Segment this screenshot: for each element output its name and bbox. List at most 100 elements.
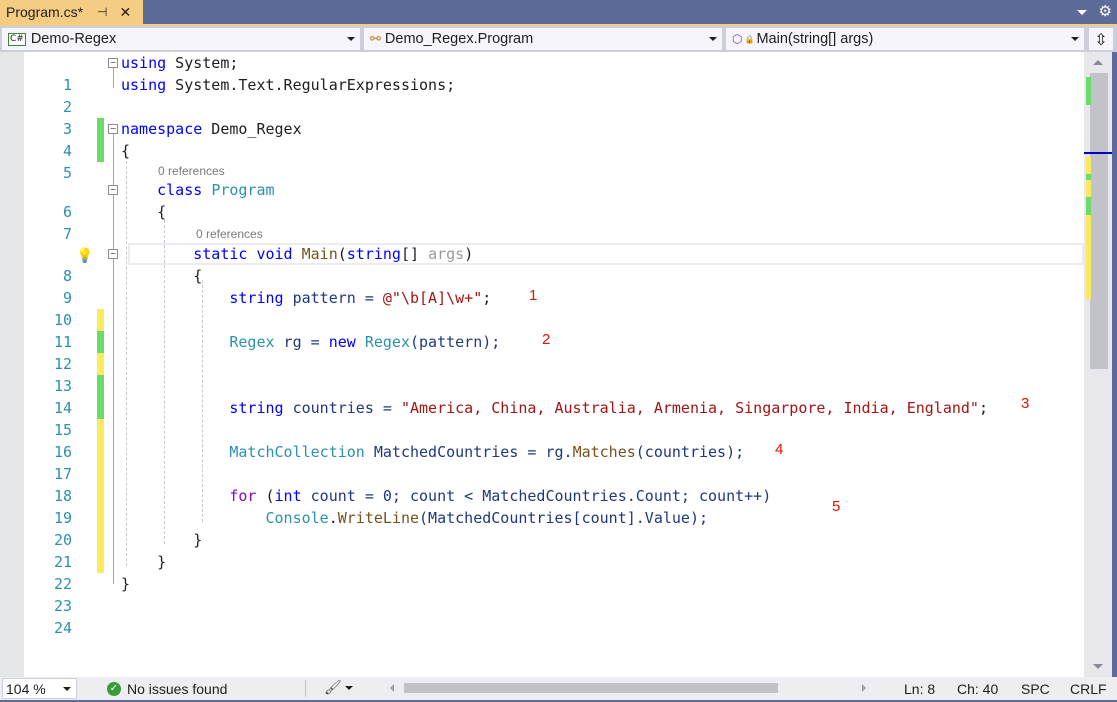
- code-text: ;: [482, 289, 492, 307]
- code-line-14: 14: [24, 375, 1084, 441]
- code-text: pattern =: [283, 289, 383, 307]
- close-icon[interactable]: ✕: [119, 4, 131, 21]
- project-dropdown[interactable]: C# Demo-Regex: [2, 28, 360, 50]
- type-name: Regex: [229, 333, 275, 351]
- split-editor-button[interactable]: ⇳: [1089, 28, 1113, 50]
- check-circle-icon: ✓: [107, 682, 121, 696]
- keyword: int: [274, 487, 302, 505]
- code-line-19: 19 for (int count = 0; count < MatchedCo…: [24, 485, 1084, 551]
- keyword: namespace: [121, 120, 203, 138]
- window-border: [1112, 52, 1117, 677]
- codelens-references[interactable]: 0 references: [196, 226, 263, 242]
- editor-status-bar: 104 % ✓ No issues found 🖌 Ln: 8 Ch: 40 S…: [0, 677, 1117, 702]
- vs-editor-window: Program.cs* ⊣ ✕ ⚙ C# Demo-Regex ⚯ Demo_R…: [0, 0, 1117, 702]
- method-name: WriteLine: [337, 509, 420, 527]
- code-line-11: 11: [24, 309, 1084, 375]
- collapse-icon[interactable]: −: [108, 124, 118, 134]
- csharp-project-icon: C#: [8, 32, 26, 46]
- code-text: }: [157, 553, 167, 571]
- chevron-down-icon: [63, 687, 71, 691]
- horizontal-scrollbar-thumb[interactable]: [404, 683, 778, 693]
- code-line-2: 2 using System.Text.RegularExpressions;: [24, 74, 1084, 140]
- class-icon: ⚯: [370, 31, 381, 46]
- code-line-21: 21 }: [24, 529, 1084, 571]
- code-text: (pattern);: [410, 333, 501, 351]
- keyword: using: [121, 54, 167, 72]
- member-name: Main(string[] args): [756, 31, 874, 47]
- chevron-down-icon[interactable]: [345, 686, 353, 690]
- annotation-4: 4: [775, 441, 784, 458]
- member-dropdown[interactable]: ⬡ 🔒 Main(string[] args): [726, 28, 1084, 50]
- code-text: countries =: [283, 399, 401, 417]
- code-area[interactable]: 1 − using System; 2 using System.Text.Re…: [24, 52, 1084, 677]
- code-line-1: 1 − using System;: [24, 52, 1084, 94]
- code-line-18: 18: [24, 463, 1084, 529]
- code-text: Demo_Regex: [202, 120, 302, 138]
- tab-program-cs[interactable]: Program.cs* ⊣ ✕: [0, 0, 143, 24]
- code-line-5: 5 {: [24, 140, 1084, 182]
- divider: [305, 680, 306, 697]
- code-text: {: [193, 267, 203, 285]
- code-line-9: 9 {: [24, 265, 1084, 331]
- code-text: count = 0; count < MatchedCountries.Coun…: [301, 487, 772, 505]
- pin-icon[interactable]: ⊣: [97, 5, 107, 19]
- line-indicator[interactable]: Ln: 8: [904, 681, 935, 697]
- code-text: {: [157, 203, 167, 221]
- change-overview-mark: [1086, 157, 1091, 175]
- collapse-icon[interactable]: −: [108, 249, 118, 259]
- code-editor[interactable]: 1 − using System; 2 using System.Text.Re…: [0, 52, 1117, 677]
- code-line-6: 6 − class Program: [24, 179, 1084, 221]
- zoom-dropdown[interactable]: 104 %: [2, 678, 77, 699]
- annotation-3: 3: [1021, 395, 1030, 412]
- unused-parameter: args: [428, 245, 465, 263]
- type-name: MatchCollection: [229, 443, 365, 461]
- code-text: rg =: [274, 333, 329, 351]
- collapse-icon[interactable]: −: [108, 185, 118, 195]
- project-name: Demo-Regex: [30, 31, 117, 47]
- scroll-down-icon[interactable]: [1093, 664, 1103, 669]
- code-text: (: [337, 245, 347, 263]
- dropdown-arrow-icon[interactable]: [1077, 10, 1087, 15]
- string-literal: @"\b[A]\w+": [382, 289, 483, 307]
- brush-icon[interactable]: 🖌: [324, 679, 342, 696]
- code-text: System;: [166, 54, 239, 72]
- type-name: Demo_Regex.Program: [384, 31, 534, 47]
- gear-icon[interactable]: ⚙: [1099, 2, 1112, 20]
- annotation-2: 2: [542, 331, 551, 348]
- type-dropdown[interactable]: ⚯ Demo_Regex.Program: [364, 28, 722, 50]
- scroll-left-icon[interactable]: [390, 684, 394, 692]
- whitespace-indicator[interactable]: SPC: [1021, 681, 1050, 697]
- line-number: 24: [53, 619, 72, 637]
- code-line-13: 13: [24, 353, 1084, 419]
- keyword: string: [229, 399, 284, 417]
- selection-margin: [0, 52, 24, 677]
- column-indicator[interactable]: Ch: 40: [957, 681, 998, 697]
- line-ending-indicator[interactable]: CRLF: [1070, 681, 1107, 697]
- issues-indicator[interactable]: ✓ No issues found: [107, 681, 227, 697]
- vertical-scrollbar[interactable]: [1084, 52, 1112, 677]
- code-text: []: [400, 245, 429, 263]
- scrollbar-thumb[interactable]: [1090, 73, 1108, 369]
- change-overview-mark: [1086, 215, 1091, 299]
- lock-icon: 🔒: [744, 34, 755, 44]
- scroll-right-icon[interactable]: [862, 684, 866, 692]
- document-tab-strip: Program.cs* ⊣ ✕ ⚙: [0, 0, 1117, 24]
- code-text: .: [328, 509, 338, 527]
- annotation-5: 5: [832, 498, 841, 515]
- keyword: static: [193, 245, 248, 263]
- scroll-up-icon[interactable]: [1093, 60, 1103, 65]
- code-text: (: [256, 487, 275, 505]
- type-name: Console: [265, 509, 329, 527]
- code-line-12: 12 Regex rg = new Regex(pattern);: [24, 331, 1084, 397]
- lightbulb-icon[interactable]: 💡: [76, 245, 93, 267]
- code-line-24: 24: [24, 595, 1084, 637]
- collapse-icon[interactable]: −: [108, 58, 118, 68]
- codelens-references[interactable]: 0 references: [158, 163, 225, 179]
- code-text: }: [121, 575, 131, 593]
- change-overview-mark: [1086, 197, 1091, 215]
- method-name: Main: [301, 245, 338, 263]
- chevron-down-icon: [347, 37, 355, 41]
- method-icon: ⬡: [732, 32, 743, 46]
- code-line-7: 7 {: [24, 201, 1084, 243]
- type-name: Program: [211, 181, 275, 199]
